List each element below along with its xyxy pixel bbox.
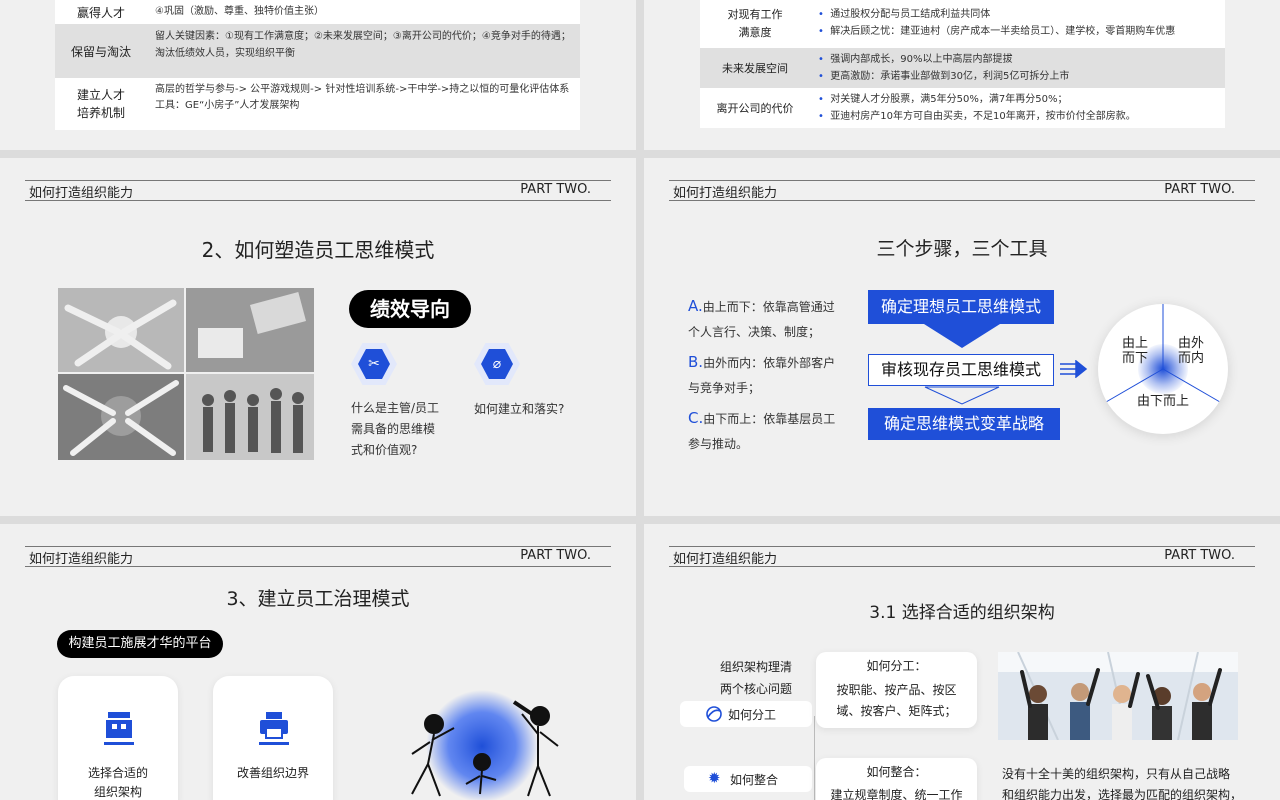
- slide-byd-table: 对现有工作 满意度 • 通过股权分配与员工结成利益共同体 • 解决后顾之忧：建亚…: [644, 0, 1280, 150]
- row-text: 留人关键因素：①现有工作满意度；②未来发展空间；③离开公司的代价；④竞争对手的待…: [155, 31, 571, 42]
- card-org-structure: 选择合适的 组织架构: [58, 676, 178, 800]
- card-label: 改善组织边界: [236, 766, 309, 780]
- row-label: 对现有工作: [727, 8, 783, 21]
- row-text: 工具：GE“小房子”人才发展架构: [155, 100, 300, 111]
- row-label: 建立人才: [76, 88, 125, 102]
- performance-pill: 绩效导向: [349, 290, 471, 328]
- step-box-strategy: 确定思维模式变革战略: [868, 408, 1060, 440]
- box-title: 如何整合：: [866, 765, 927, 779]
- row-label: 未来发展空间: [722, 62, 788, 75]
- slide-header: 如何打造组织能力 PART TWO.: [669, 180, 1255, 201]
- header-part: PART TWO.: [1164, 548, 1235, 563]
- slide-header: 如何打造组织能力 PART TWO.: [669, 546, 1255, 567]
- table-row: 赢得人才 ④巩固（激励、尊重、独特价值主张）: [55, 0, 580, 24]
- table-row: 未来发展空间 • 强调内部成长，90%以上中高层内部提拔 • 更高激励：承诺事业…: [700, 48, 1225, 88]
- header-title: 如何打造组织能力: [29, 552, 134, 567]
- list-item: • 对关键人才分股票，满5年分50%，满7年再分50%；: [818, 94, 1068, 105]
- card-label: 选择合适的 组织架构: [87, 766, 148, 799]
- row-label: 满意度: [738, 26, 772, 39]
- row-text: 高层的哲学与参与-> 公平游戏规则-> 针对性培训系统->干中学->持之以恒的可…: [155, 84, 570, 95]
- box-text: 建立规章制度、统一工作: [830, 788, 963, 800]
- slide-mindset: 如何打造组织能力 PART TWO. 2、如何塑造员工思维模式 绩效导向 ✂ ⌀…: [0, 158, 636, 516]
- row-text: ④巩固（激励、尊重、独特价值主张）: [155, 6, 324, 17]
- label-top-down: 由上 而下: [1122, 336, 1149, 366]
- core-question: 组织架构理清 两个核心问题: [719, 660, 792, 696]
- scissors-icon: ✂: [351, 343, 397, 385]
- celebrating-team-photo: [998, 652, 1238, 740]
- list-item: A.由上而下：依靠高管通过: [688, 297, 835, 315]
- table-row: 保留与淘汰 留人关键因素：①现有工作满意度；②未来发展空间；③离开公司的代价；④…: [55, 24, 580, 78]
- building-icon: [104, 712, 134, 745]
- list-item: • 解决后顾之忧：建亚迪村（房产成本一半卖给员工）、建学校，零首期购车优惠: [818, 26, 1176, 37]
- step-box-ideal: 确定理想员工思维模式: [868, 290, 1054, 324]
- box-text: 按职能、按产品、按区 域、按客户、矩阵式；: [836, 683, 957, 718]
- question-implement: 如何建立和落实?: [474, 402, 565, 416]
- row-text: 淘汰低绩效人员，实现组织平衡: [155, 48, 295, 59]
- row-label: 培养机制: [76, 106, 125, 120]
- row-label: 赢得人才: [76, 5, 125, 20]
- table-row: 对现有工作 满意度 • 通过股权分配与员工结成利益共同体 • 解决后顾之忧：建亚…: [700, 0, 1225, 48]
- sun-icon: ✹: [708, 769, 721, 787]
- slide-header: 如何打造组织能力 PART TWO.: [25, 546, 611, 567]
- box-integration: 如何整合： 建立规章制度、统一工作: [816, 758, 977, 800]
- slide-governance: 如何打造组织能力 PART TWO. 3、建立员工治理模式 构建员工施展才华的平…: [0, 524, 636, 800]
- slide-title: 2、如何塑造员工思维模式: [201, 238, 435, 262]
- tag-division: 如何分工: [680, 701, 812, 727]
- card-boundary: 改善组织边界: [213, 676, 333, 800]
- list-item: 与竞争对手；: [688, 381, 761, 395]
- header-title: 如何打造组织能力: [673, 186, 778, 201]
- three-direction-circle: 由上 而下 由外 而内 由下而上: [1098, 304, 1228, 434]
- slide-org-structure: 如何打造组织能力 PART TWO. 3.1 选择合适的组织架构 组织架构理清两…: [644, 524, 1280, 800]
- step-box-audit: 审核现存员工思维模式: [868, 354, 1054, 386]
- box-division: 如何分工： 按职能、按产品、按区 域、按客户、矩阵式；: [816, 652, 977, 728]
- list-item: • 亚迪村房产10年方可自由买卖，不足10年离开，按市价付全部房款。: [818, 111, 1136, 122]
- platform-pill: 构建员工施展才华的平台: [57, 630, 223, 658]
- header-part: PART TWO.: [520, 182, 591, 197]
- slide-talent-table: 赢得人才 ④巩固（激励、尊重、独特价值主张） 保留与淘汰 留人关键因素：①现有工…: [0, 0, 636, 150]
- slide-title: 3、建立员工治理模式: [226, 588, 410, 610]
- step-list: A.由上而下：依靠高管通过 个人言行、决策、制度； B.由外而内：依靠外部客户 …: [688, 294, 835, 457]
- list-item: • 通过股权分配与员工结成利益共同体: [818, 9, 991, 20]
- label-outside-in: 由外 而内: [1178, 336, 1205, 366]
- box-title: 如何分工：: [866, 659, 927, 673]
- globe-icon: [706, 706, 722, 722]
- list-item: • 更高激励：承诺事业部做到30亿，利润5亿可拆分上市: [818, 71, 1070, 82]
- list-item: 参与推动。: [688, 437, 749, 451]
- slide-header: 如何打造组织能力 PART TWO.: [25, 180, 611, 201]
- tag-integration: ✹ 如何整合: [684, 766, 812, 792]
- header-part: PART TWO.: [1164, 182, 1235, 197]
- summary-paragraph: 没有十全十美的组织架构，只有从自己战略 和组织能力出发，选择最为匹配的组织架构，: [1002, 767, 1243, 800]
- label-bottom-up: 由下而上: [1136, 394, 1189, 409]
- list-item: • 强调内部成长，90%以上中高层内部提拔: [818, 54, 1013, 65]
- table-row: 建立人才 培养机制 高层的哲学与参与-> 公平游戏规则-> 针对性培训系统->干…: [55, 78, 580, 130]
- list-item: B.由外而内：依靠外部客户: [688, 353, 836, 371]
- slide-title: 3.1 选择合适的组织架构: [869, 603, 1055, 623]
- row-label: 离开公司的代价: [716, 102, 794, 115]
- list-item: 个人言行、决策、制度；: [688, 325, 821, 339]
- slide-three-steps: 如何打造组织能力 PART TWO. 三个步骤，三个工具 A.由上而下：依靠高管…: [644, 158, 1280, 516]
- header-title: 如何打造组织能力: [673, 552, 778, 567]
- right-arrow-icon: [1060, 360, 1088, 378]
- table-row: 离开公司的代价 • 对关键人才分股票，满5年分50%，满7年再分50%； • 亚…: [700, 88, 1225, 128]
- header-part: PART TWO.: [520, 548, 591, 563]
- paperclip-icon: ⌀: [474, 343, 520, 385]
- question-mindset: 什么是主管/员工 需具备的思维模 式和价值观?: [351, 401, 440, 457]
- slide-title: 三个步骤，三个工具: [876, 238, 1048, 260]
- printer-icon: [259, 712, 289, 745]
- connector-line: [814, 716, 815, 800]
- row-label: 保留与淘汰: [70, 44, 131, 59]
- header-title: 如何打造组织能力: [29, 186, 134, 201]
- down-arrow-outline-icon: [924, 386, 1000, 405]
- list-item: C.由下而上：依靠基层员工: [688, 409, 836, 427]
- team-photo-collage: [58, 288, 314, 460]
- down-arrow-icon: [924, 324, 1000, 348]
- people-celebrating-illustration: [411, 690, 559, 800]
